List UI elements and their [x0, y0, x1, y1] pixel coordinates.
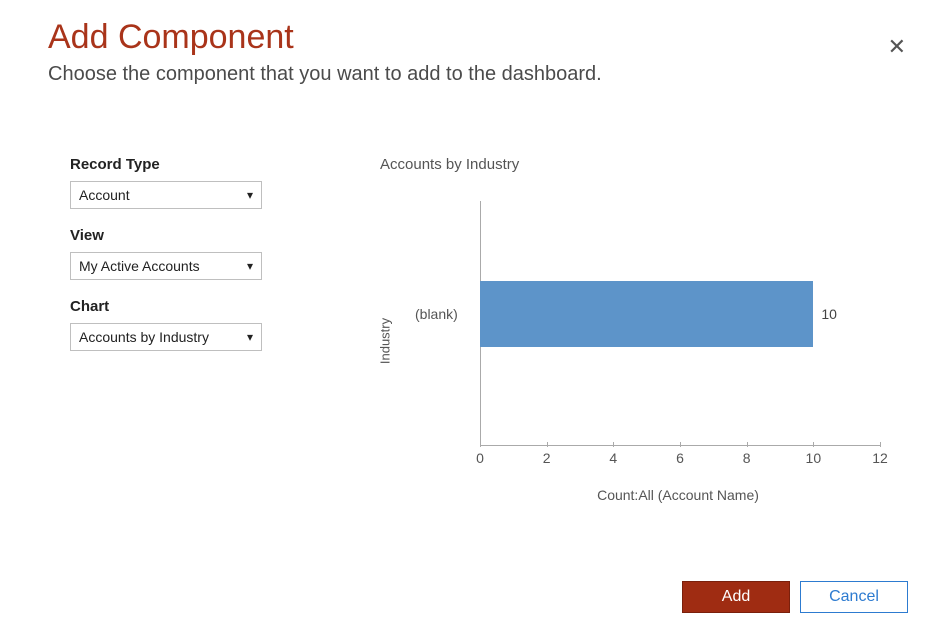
record-type-value: Account: [79, 187, 130, 203]
x-tick-mark: [613, 442, 614, 447]
x-tick-label: 6: [676, 450, 684, 466]
chart-preview: Accounts by Industry Industry (blank) 10…: [370, 156, 900, 567]
close-button[interactable]: ✕: [888, 36, 906, 58]
y-axis-label: Industry: [378, 318, 393, 364]
close-icon: ✕: [888, 34, 906, 59]
x-tick-mark: [680, 442, 681, 447]
x-tick-label: 0: [476, 450, 484, 466]
x-tick-label: 4: [609, 450, 617, 466]
x-tick-mark: [813, 442, 814, 447]
chevron-down-icon: ▾: [247, 188, 253, 202]
x-tick-label: 10: [806, 450, 822, 466]
chevron-down-icon: ▾: [247, 330, 253, 344]
x-tick-mark: [480, 442, 481, 447]
form-column: Record Type Account ▾ View My Active Acc…: [70, 156, 300, 567]
chart-label: Chart: [70, 298, 300, 315]
x-tick-label: 12: [872, 450, 888, 466]
x-tick-mark: [747, 442, 748, 447]
record-type-select[interactable]: Account ▾: [70, 181, 262, 209]
bar: [480, 281, 813, 347]
x-tick-label: 8: [743, 450, 751, 466]
dialog-title: Add Component: [48, 18, 914, 57]
dialog-subtitle: Choose the component that you want to ad…: [48, 63, 914, 86]
chart-select[interactable]: Accounts by Industry ▾: [70, 323, 262, 351]
y-tick-label: (blank): [415, 306, 458, 322]
plot-area: 10: [480, 201, 880, 446]
chevron-down-icon: ▾: [247, 259, 253, 273]
x-axis-label: Count:All (Account Name): [456, 487, 900, 503]
x-tick-mark: [547, 442, 548, 447]
record-type-label: Record Type: [70, 156, 300, 173]
chart-value: Accounts by Industry: [79, 329, 209, 345]
chart-title: Accounts by Industry: [380, 156, 900, 173]
bar-value-label: 10: [821, 306, 837, 322]
x-ticks: 024681012: [480, 446, 880, 481]
view-select[interactable]: My Active Accounts ▾: [70, 252, 262, 280]
view-label: View: [70, 227, 300, 244]
x-tick-mark: [880, 442, 881, 447]
add-button[interactable]: Add: [682, 581, 790, 613]
cancel-button[interactable]: Cancel: [800, 581, 908, 613]
x-tick-label: 2: [543, 450, 551, 466]
view-value: My Active Accounts: [79, 258, 200, 274]
